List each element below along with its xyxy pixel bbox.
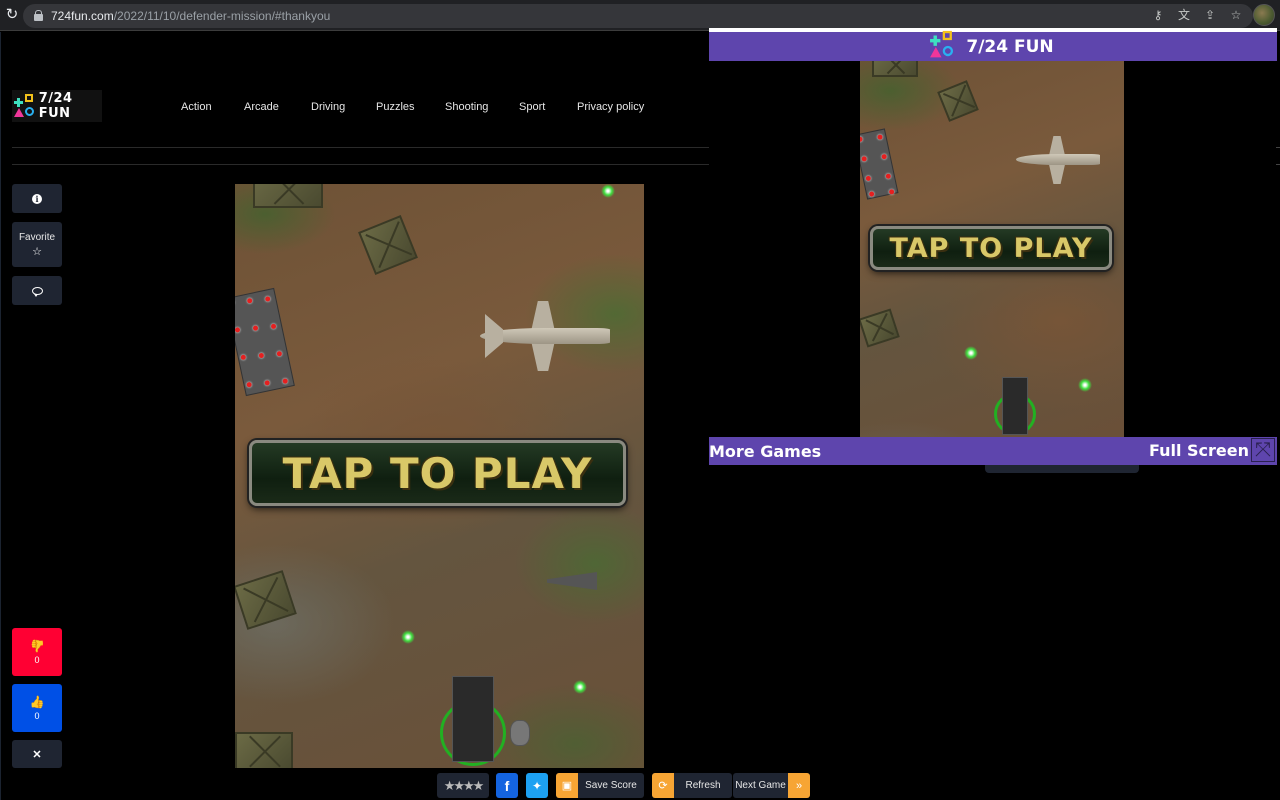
dislike-button[interactable]: 👍 0 <box>12 628 62 676</box>
full-screen-link[interactable]: Full Screen <box>1149 441 1249 460</box>
logo-text: 7/24 FUN <box>38 91 73 121</box>
save-score-button[interactable]: ▣ Save Score <box>556 773 644 798</box>
comment-button[interactable] <box>12 276 62 305</box>
like-button[interactable]: 👍 0 <box>12 684 62 732</box>
nav-puzzles[interactable]: Puzzles <box>376 101 415 113</box>
powerup-orb <box>401 630 415 644</box>
expand-icon: ✕ <box>32 748 42 761</box>
url-text[interactable]: 724fun.com/2022/11/10/defender-mission/#… <box>51 9 330 23</box>
lock-icon <box>34 10 43 21</box>
fullscreen-button[interactable]: ✕ <box>12 740 62 768</box>
parked-jet <box>480 296 615 376</box>
save-score-label: Save Score <box>585 780 637 791</box>
nav-driving[interactable]: Driving <box>311 101 345 113</box>
browser-toolbar: ↻ 724fun.com/2022/11/10/defender-mission… <box>0 0 1280 31</box>
save-icon: ▣ <box>556 773 578 798</box>
double-chevron-right-icon: » <box>788 773 810 798</box>
overlay-title: 7/24 FUN <box>966 36 1054 57</box>
page-edge <box>0 32 1 800</box>
crate <box>358 215 418 275</box>
next-game-button[interactable]: Next Game » <box>733 773 810 798</box>
player-defender-tank <box>994 375 1064 437</box>
next-game-label: Next Game <box>735 780 786 791</box>
url-path: /2022/11/10/defender-mission/#thankyou <box>113 9 331 23</box>
powerup-orb <box>573 680 587 694</box>
profile-avatar[interactable] <box>1253 4 1275 26</box>
favorite-button[interactable]: Favorite ☆ <box>12 222 62 267</box>
bookmark-star-icon[interactable]: ☆ <box>1228 5 1244 25</box>
nav-sport[interactable]: Sport <box>519 101 545 113</box>
twitter-icon: ✦ <box>531 778 543 793</box>
facebook-share-button[interactable]: f <box>496 773 518 798</box>
reload-icon[interactable]: ↻ <box>4 7 20 23</box>
thumbs-up-icon: 👍 <box>29 694 45 709</box>
crate <box>235 570 297 630</box>
tap-to-play-label: TAP TO PLAY <box>889 232 1093 264</box>
facebook-icon: f <box>504 777 510 794</box>
key-icon[interactable]: ⚷ <box>1150 5 1166 25</box>
dislike-count: 0 <box>34 654 40 665</box>
divider <box>1276 147 1280 148</box>
address-bar[interactable]: 724fun.com/2022/11/10/defender-mission/#… <box>23 4 1253 28</box>
crate <box>937 80 979 122</box>
refresh-label: Refresh <box>685 780 721 791</box>
crate <box>253 184 323 208</box>
fullscreen-arrows-icon[interactable]: ⤧ <box>1251 438 1275 462</box>
translate-icon[interactable]: 文 <box>1176 5 1192 25</box>
logo-shapes-icon <box>14 94 34 118</box>
overlay-tap-to-play-button[interactable]: TAP TO PLAY <box>870 226 1112 270</box>
nav-privacy-policy[interactable]: Privacy policy <box>577 101 644 113</box>
refresh-button[interactable]: ⟳ Refresh <box>652 773 732 798</box>
powerup-orb <box>1078 378 1092 392</box>
thumbs-down-icon: 👍 <box>29 638 45 653</box>
overlay-footer: More Games Full Screen ⤧ <box>709 437 1277 465</box>
tap-to-play-button[interactable]: TAP TO PLAY <box>249 440 626 506</box>
favorite-label: Favorite <box>18 231 56 243</box>
powerup-orb <box>601 184 615 198</box>
powerup-orb <box>964 346 978 360</box>
wrecked-vehicle <box>547 568 597 594</box>
divider <box>12 164 709 165</box>
parked-jet <box>1016 133 1102 187</box>
refresh-icon: ⟳ <box>652 773 674 798</box>
nav-arcade[interactable]: Arcade <box>244 101 279 113</box>
nav-action[interactable]: Action <box>181 101 212 113</box>
stars-icon: ★★★★ <box>443 777 485 793</box>
logo-shapes-icon <box>930 30 960 62</box>
crate <box>235 732 293 768</box>
crate <box>872 61 918 77</box>
twitter-share-button[interactable]: ✦ <box>526 773 548 798</box>
rating-stars[interactable]: ★★★★ <box>437 773 489 798</box>
site-logo[interactable]: 7/24 FUN <box>12 90 102 122</box>
crate <box>860 308 900 348</box>
game-canvas[interactable]: TAP TO PLAY <box>235 184 644 768</box>
nav-shooting[interactable]: Shooting <box>445 101 488 113</box>
url-host: 724fun.com <box>51 9 114 23</box>
player-defender-tank <box>440 672 550 768</box>
overlay-game-canvas[interactable]: TAP TO PLAY <box>860 61 1124 437</box>
share-icon[interactable]: ⇪ <box>1202 5 1218 25</box>
comment-icon <box>31 286 43 297</box>
info-button[interactable]: i <box>12 184 62 213</box>
barrier-pallet <box>860 128 899 200</box>
divider <box>12 147 709 148</box>
like-count: 0 <box>34 710 40 721</box>
hidden-toolbar-edge <box>985 465 1139 473</box>
star-icon: ☆ <box>32 245 42 258</box>
more-games-link[interactable]: More Games <box>709 442 821 461</box>
divider <box>1276 164 1280 165</box>
overlay-header: 7/24 FUN <box>709 30 1277 62</box>
tap-to-play-label: TAP TO PLAY <box>282 448 593 498</box>
barrier-pallet <box>235 287 295 397</box>
info-icon: i <box>32 193 42 204</box>
